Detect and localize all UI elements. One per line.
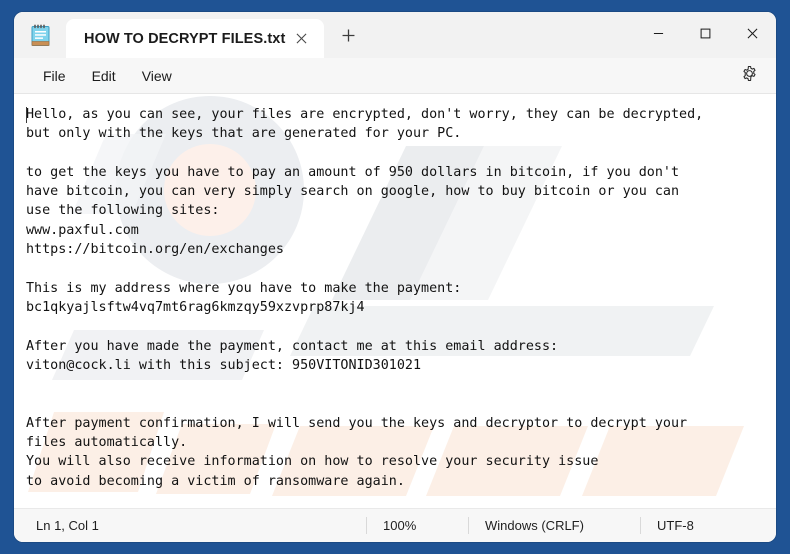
status-encoding[interactable]: UTF-8 bbox=[640, 517, 710, 534]
menu-item-file[interactable]: File bbox=[30, 63, 79, 89]
tab-strip: HOW TO DECRYPT FILES.txt bbox=[66, 12, 365, 58]
new-tab-button[interactable] bbox=[331, 21, 365, 55]
close-icon bbox=[747, 26, 758, 44]
text-caret bbox=[26, 107, 27, 123]
status-line-ending[interactable]: Windows (CRLF) bbox=[468, 517, 640, 534]
text-editor-area[interactable]: Hello, as you can see, your files are en… bbox=[14, 94, 776, 508]
status-cursor-position: Ln 1, Col 1 bbox=[36, 518, 99, 533]
menu-item-view[interactable]: View bbox=[129, 63, 185, 89]
document-text[interactable]: Hello, as you can see, your files are en… bbox=[14, 94, 776, 491]
tab-how-to-decrypt-files[interactable]: HOW TO DECRYPT FILES.txt bbox=[66, 19, 324, 58]
minimize-icon bbox=[653, 26, 664, 44]
status-zoom-level[interactable]: 100% bbox=[366, 517, 468, 534]
menu-item-edit[interactable]: Edit bbox=[79, 63, 129, 89]
notepad-window: HOW TO DECRYPT FILES.txt File Edit View … bbox=[14, 12, 776, 542]
maximize-icon bbox=[700, 26, 711, 44]
settings-button[interactable] bbox=[734, 61, 764, 91]
status-bar: Ln 1, Col 1 100% Windows (CRLF) UTF-8 bbox=[14, 508, 776, 542]
maximize-button[interactable] bbox=[682, 12, 729, 58]
window-controls bbox=[635, 12, 776, 58]
title-bar: HOW TO DECRYPT FILES.txt bbox=[14, 12, 776, 58]
close-icon[interactable] bbox=[288, 26, 314, 52]
tab-title: HOW TO DECRYPT FILES.txt bbox=[84, 30, 286, 47]
minimize-button[interactable] bbox=[635, 12, 682, 58]
gear-icon bbox=[741, 65, 758, 87]
notepad-icon bbox=[31, 24, 50, 47]
menu-bar: File Edit View bbox=[14, 58, 776, 94]
plus-icon bbox=[342, 29, 355, 47]
close-window-button[interactable] bbox=[729, 12, 776, 58]
app-icon-container bbox=[14, 12, 66, 58]
